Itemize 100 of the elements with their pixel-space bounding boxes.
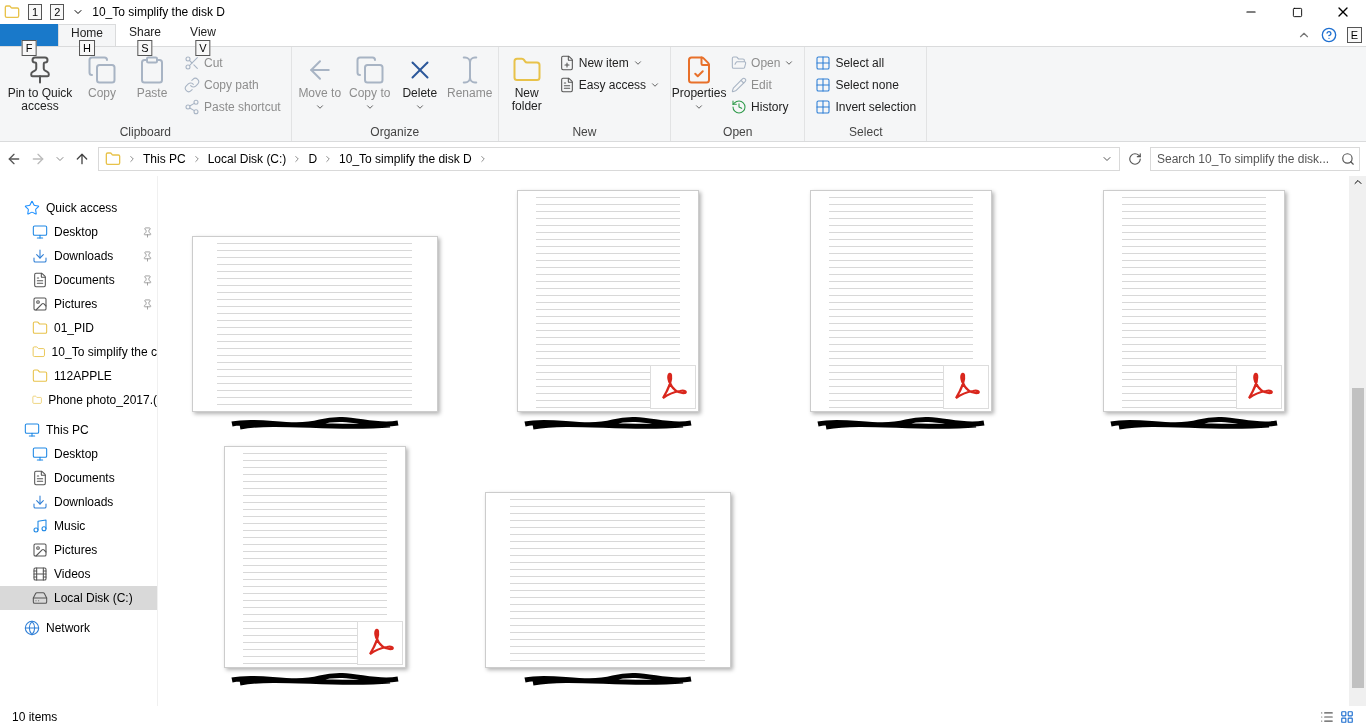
nav-item[interactable]: Desktop xyxy=(0,442,157,466)
keytip-tooltip: S xyxy=(137,40,153,56)
new-file-icon xyxy=(558,55,575,71)
group-label: Open xyxy=(722,125,754,139)
address-bar[interactable]: This PC Local Disk (C:) D 10_To simplify the disk D xyxy=(98,147,1120,171)
ribbon-button[interactable]: Select all xyxy=(809,53,923,73)
back-button[interactable] xyxy=(6,151,22,167)
pdf-icon xyxy=(356,621,403,665)
ribbon-button[interactable]: New item xyxy=(552,53,667,73)
picture-icon xyxy=(32,296,48,312)
scissors-icon xyxy=(184,55,200,71)
pin-icon xyxy=(142,274,153,286)
document-thumbnail[interactable] xyxy=(809,190,992,412)
keytip: E xyxy=(1346,27,1362,43)
pin-icon xyxy=(142,298,153,310)
ribbon-button[interactable]: Easy access xyxy=(552,75,667,95)
breadcrumb[interactable]: This PC xyxy=(143,152,186,166)
nav-item[interactable]: Network xyxy=(0,616,157,640)
download-icon xyxy=(32,248,48,264)
arrow-left-icon xyxy=(6,151,22,167)
copy-icon xyxy=(87,55,117,85)
film-icon xyxy=(32,566,48,582)
ribbon-button[interactable]: Delete xyxy=(395,51,444,125)
scrollbar-thumb[interactable] xyxy=(1351,388,1364,688)
group-label: New xyxy=(571,125,598,139)
group-label: Select xyxy=(848,125,884,139)
folder-icon xyxy=(105,151,121,167)
caret-icon xyxy=(314,102,325,112)
nav-item[interactable]: Local Disk (C:) xyxy=(0,586,157,610)
window-title: 10_To simplify the disk D xyxy=(92,5,225,19)
picture-icon xyxy=(32,542,48,558)
star-icon xyxy=(24,200,40,216)
nav-item[interactable]: Pictures xyxy=(0,538,157,562)
nav-item[interactable]: Music xyxy=(0,514,157,538)
pdf-icon xyxy=(942,365,989,409)
document-thumbnail[interactable] xyxy=(1102,190,1285,412)
music-icon xyxy=(32,518,48,534)
nav-item[interactable]: Documents xyxy=(0,466,157,490)
grid-icon xyxy=(815,77,832,93)
folder-icon xyxy=(32,320,48,336)
caret-icon xyxy=(784,58,795,68)
nav-item[interactable]: Downloads xyxy=(0,490,157,514)
nav-item[interactable]: This PC xyxy=(0,418,157,442)
monitor-icon xyxy=(32,224,48,240)
globe-icon xyxy=(24,620,40,636)
refresh-button[interactable] xyxy=(1128,152,1142,166)
keytip-tooltip: V xyxy=(195,40,211,56)
forward-button[interactable] xyxy=(30,151,46,167)
grid-icon xyxy=(815,99,832,115)
document-thumbnail[interactable] xyxy=(191,236,438,412)
group-label: Organize xyxy=(369,125,421,139)
large-icons-view-icon[interactable] xyxy=(1340,710,1354,724)
file-tab[interactable] xyxy=(0,24,58,46)
nav-item[interactable]: Documents xyxy=(0,268,157,292)
keytip: 2 xyxy=(50,4,65,20)
folder-icon xyxy=(4,4,20,20)
keytip: 1 xyxy=(28,4,43,20)
copy-icon xyxy=(354,55,385,85)
breadcrumb[interactable]: Local Disk (C:) xyxy=(207,152,287,166)
document-thumbnail[interactable] xyxy=(484,492,731,668)
pin-icon xyxy=(142,226,153,238)
details-view-icon[interactable] xyxy=(1320,710,1334,724)
document-icon xyxy=(558,77,575,93)
document-icon xyxy=(32,470,48,486)
search-icon xyxy=(1341,152,1355,166)
nav-item[interactable]: Pictures xyxy=(0,292,157,316)
nav-item[interactable]: Desktop xyxy=(0,220,157,244)
nav-item[interactable]: Phone photo_2017.( xyxy=(0,388,157,412)
caret-icon xyxy=(364,102,375,112)
refresh-icon xyxy=(1128,152,1142,166)
ribbon-button[interactable]: History xyxy=(725,97,801,117)
item-count: 10 items xyxy=(12,710,58,724)
ribbon-button[interactable]: Invert selection xyxy=(809,97,923,117)
history-icon xyxy=(731,99,748,115)
pin-icon xyxy=(142,250,153,262)
pdf-icon xyxy=(1235,365,1282,409)
nav-item[interactable]: Videos xyxy=(0,562,157,586)
search-field[interactable]: Search 10_To simplify the disk... xyxy=(1150,147,1360,171)
folder-icon xyxy=(32,368,48,384)
document-icon xyxy=(32,272,48,288)
grid-icon xyxy=(815,55,832,71)
document-thumbnail[interactable] xyxy=(223,446,406,668)
arrow-right-icon xyxy=(30,151,46,167)
nav-item[interactable]: 10_To simplify the c xyxy=(0,340,157,364)
ribbon-button[interactable]: New folder xyxy=(502,51,551,125)
breadcrumb[interactable]: 10_To simplify the disk D xyxy=(339,152,472,166)
folder-icon xyxy=(32,344,46,360)
caret-icon xyxy=(414,102,425,112)
help-icon[interactable] xyxy=(1320,27,1337,43)
document-thumbnail[interactable] xyxy=(516,190,699,412)
monitor-icon xyxy=(32,446,48,462)
nav-item[interactable]: Quick access xyxy=(0,196,157,220)
chevron-icon xyxy=(127,154,137,164)
nav-item[interactable]: 112APPLE xyxy=(0,364,157,388)
nav-item[interactable]: 01_PID xyxy=(0,316,157,340)
breadcrumb[interactable]: D xyxy=(308,152,318,166)
ribbon-button[interactable]: Select none xyxy=(809,75,923,95)
up-button[interactable] xyxy=(74,151,90,167)
nav-item[interactable]: Downloads xyxy=(0,244,157,268)
keytip-tooltip: H xyxy=(79,40,95,56)
